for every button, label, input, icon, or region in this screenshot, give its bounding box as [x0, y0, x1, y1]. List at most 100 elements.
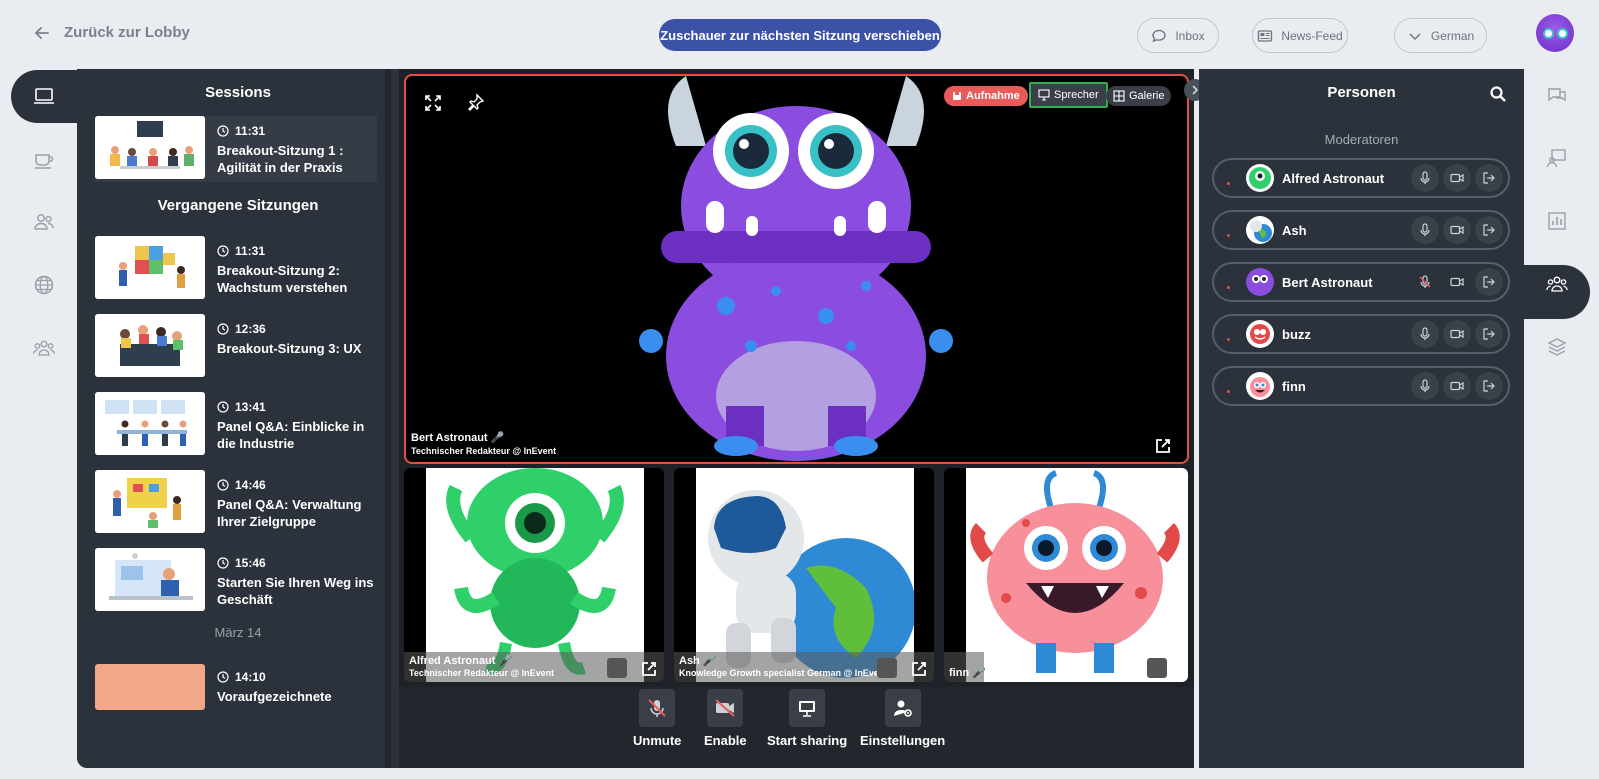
back-to-lobby-label: Zurück zur Lobby	[64, 24, 190, 41]
session-card-past-3[interactable]: 13:41 Panel Q&A: Einblicke in die Indust…	[95, 392, 377, 458]
session-card-past-1[interactable]: 11:31 Breakout-Sitzung 2: Wachstum verst…	[95, 236, 377, 302]
session-name: Panel Q&A: Verwaltung Ihrer Zielgruppe	[217, 497, 362, 529]
status-dot	[1227, 233, 1230, 237]
camera-icon[interactable]	[1443, 372, 1471, 400]
muted-mic-icon: 🎤	[498, 655, 513, 667]
user-avatar[interactable]	[1536, 14, 1574, 52]
gallery-view-button[interactable]: Galerie	[1106, 86, 1172, 106]
users-icon[interactable]	[32, 210, 56, 234]
pin-icon[interactable]	[467, 93, 485, 111]
muted-mic-icon: 🎤	[702, 655, 717, 667]
chat-bubble-icon	[1152, 29, 1166, 42]
layers-icon[interactable]	[1546, 336, 1568, 358]
inbox-button[interactable]: Inbox	[1137, 18, 1219, 53]
session-name: Breakout-Sitzung 2: Wachstum verstehen	[217, 263, 348, 295]
speaker-title: Technischer Redakteur @ InEvent	[411, 446, 557, 456]
language-selector[interactable]: German	[1394, 18, 1487, 53]
start-sharing-button[interactable]: Start sharing	[767, 689, 847, 748]
video-tile-finn[interactable]: finn 🎤	[944, 468, 1188, 682]
person-row[interactable]: Alfred Astronaut	[1212, 158, 1510, 198]
people-group-icon[interactable]	[1546, 273, 1568, 295]
person-row[interactable]: Ash	[1212, 210, 1510, 250]
video-tile-ash[interactable]: Ash 🎤 Knowledge Growth specialist German…	[674, 468, 934, 682]
person-row[interactable]: buzz	[1212, 314, 1510, 354]
unmute-button[interactable]: Unmute	[633, 689, 681, 748]
mic-muted-icon[interactable]	[1411, 268, 1439, 296]
session-card-current[interactable]: 11:31 Breakout-Sitzung 1 : Agilität in d…	[95, 116, 377, 182]
popout-icon[interactable]	[910, 660, 926, 676]
finn-monster-image	[970, 470, 1180, 673]
laptop-icon[interactable]	[32, 84, 56, 108]
enable-video-button[interactable]: Enable	[704, 689, 747, 748]
ash-astronaut-image	[708, 490, 914, 678]
muted-mic-icon: 🎤	[972, 667, 986, 679]
person-row[interactable]: Bert Astronaut	[1212, 262, 1510, 302]
camera-icon[interactable]	[1443, 268, 1471, 296]
session-thumbnail	[95, 470, 205, 533]
session-info: 11:31 Breakout-Sitzung 1 : Agilität in d…	[217, 116, 379, 182]
settings-button[interactable]: Einstellungen	[860, 689, 945, 748]
tile-title: Knowledge Growth specialist German @ InE…	[679, 668, 888, 678]
meeting-toolbar: Unmute Enable Start sharing Einstellunge…	[399, 687, 1194, 768]
language-label: German	[1430, 28, 1475, 43]
avatar	[1246, 372, 1274, 400]
search-icon[interactable]	[1489, 85, 1507, 103]
person-name: Ash	[1282, 222, 1307, 238]
session-card-past-5[interactable]: 15:46 Starten Sie Ihren Weg ins Geschäft	[95, 548, 377, 614]
sessions-panel: Sessions 11:31 Breakout-Sitzung 1 : Agil…	[77, 69, 399, 768]
tile-name-tag: Ash 🎤	[679, 655, 717, 667]
exit-icon[interactable]	[1475, 372, 1503, 400]
popout-icon[interactable]	[640, 660, 656, 676]
arrow-left-icon	[34, 26, 49, 39]
grid-icon	[1113, 90, 1125, 102]
move-audience-button[interactable]: Zuschauer zur nächsten Sitzung verschieb…	[659, 19, 941, 51]
video-tile-alfred[interactable]: Alfred Astronaut 🎤 Technischer Redakteur…	[404, 468, 664, 682]
fullscreen-icon[interactable]	[424, 94, 442, 112]
session-card-upcoming[interactable]: 14:10 Voraufgezeichnete	[95, 662, 377, 728]
tile-status-square	[877, 658, 897, 678]
group-icon[interactable]	[32, 336, 56, 360]
camera-icon[interactable]	[1443, 164, 1471, 192]
session-thumbnail	[95, 664, 205, 710]
session-thumbnail	[95, 392, 205, 455]
avatar	[1246, 216, 1274, 244]
user-settings-icon	[893, 700, 912, 717]
globe-icon[interactable]	[32, 273, 56, 297]
camera-icon[interactable]	[1443, 216, 1471, 244]
camera-icon[interactable]	[1443, 320, 1471, 348]
session-card-past-4[interactable]: 14:46 Panel Q&A: Verwaltung Ihrer Zielgr…	[95, 470, 377, 536]
sessions-scrollbar[interactable]	[385, 69, 391, 768]
exit-icon[interactable]	[1475, 268, 1503, 296]
newsfeed-button[interactable]: News-Feed	[1252, 18, 1348, 53]
tile-status-square	[607, 658, 627, 678]
recording-badge[interactable]: Aufnahme	[944, 86, 1028, 106]
exit-icon[interactable]	[1475, 320, 1503, 348]
session-thumbnail	[95, 314, 205, 377]
session-name: Voraufgezeichnete	[217, 689, 332, 704]
session-time: 12:36	[217, 322, 379, 336]
mic-icon[interactable]	[1411, 164, 1439, 192]
date-separator: März 14	[214, 625, 262, 640]
bar-chart-icon[interactable]	[1546, 210, 1568, 232]
person-row[interactable]: finn	[1212, 366, 1510, 406]
mic-icon[interactable]	[1411, 216, 1439, 244]
people-title: Personen	[1327, 84, 1396, 101]
exit-icon[interactable]	[1475, 216, 1503, 244]
back-to-lobby-link[interactable]: Zurück zur Lobby	[34, 24, 190, 41]
tile-name-tag: Alfred Astronaut 🎤	[409, 655, 513, 667]
speaker-view-button[interactable]: Sprecher	[1029, 82, 1108, 108]
chat-icon[interactable]	[1546, 84, 1568, 106]
tile-status-square	[1147, 658, 1167, 678]
mic-icon[interactable]	[1411, 320, 1439, 348]
main-speaker-video[interactable]: Aufnahme Sprecher Galerie Bert Astronaut…	[404, 74, 1189, 464]
session-card-past-2[interactable]: 12:36 Breakout-Sitzung 3: UX	[95, 314, 377, 380]
session-time: 11:31	[217, 124, 379, 138]
popout-icon[interactable]	[1154, 437, 1170, 453]
mic-icon[interactable]	[1411, 372, 1439, 400]
presenter-board-icon[interactable]	[1546, 147, 1568, 169]
session-name: Breakout-Sitzung 1 : Agilität in der Pra…	[217, 143, 344, 175]
exit-icon[interactable]	[1475, 164, 1503, 192]
clock-icon	[217, 125, 229, 137]
coffee-cup-icon[interactable]	[32, 147, 56, 171]
clock-icon	[217, 671, 229, 683]
